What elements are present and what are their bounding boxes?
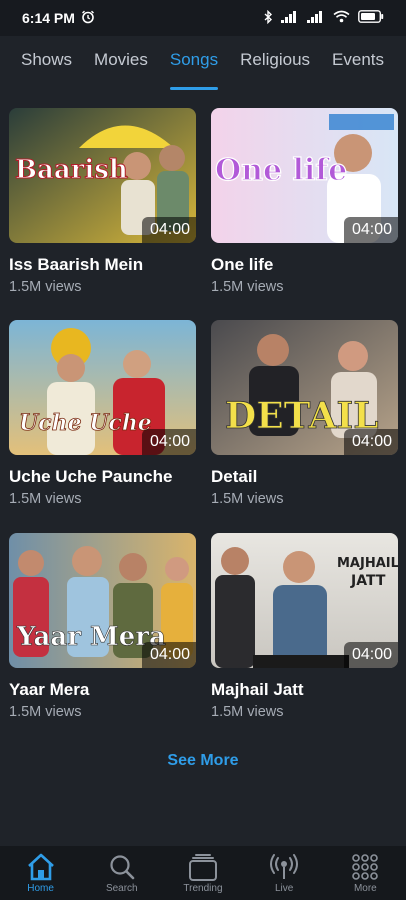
category-tabs: Shows Movies Songs Religious Events O [0,36,406,96]
home-icon [26,852,56,882]
trending-icon [188,852,218,882]
song-card[interactable]: One life 04:00 One life 1.5M views [211,108,398,295]
see-more-link[interactable]: See More [0,752,406,770]
song-card[interactable]: Baarish 04:00 Iss Baarish Mein 1.5M view… [9,108,196,295]
duration-badge: 04:00 [141,429,196,455]
song-title[interactable]: Uche Uche Paunche [9,467,196,487]
duration-badge: 04:00 [343,429,398,455]
song-views: 1.5M views [9,491,82,507]
nav-home[interactable]: Home [6,852,76,894]
signal-icon [281,10,299,26]
song-card[interactable]: Yaar Mera 04:00 Yaar Mera 1.5M views [9,533,196,720]
tab-religious[interactable]: Religious [240,36,310,96]
song-thumbnail[interactable]: Uche Uche 04:00 [9,320,196,455]
duration-badge: 04:00 [343,217,398,243]
nav-more[interactable]: More [330,852,400,894]
song-card[interactable]: DETAIL 04:00 Detail 1.5M views [211,320,398,507]
duration-badge: 04:00 [141,642,196,668]
tab-songs[interactable]: Songs [169,36,219,96]
wifi-icon [333,10,350,26]
song-thumbnail[interactable]: MAJHAIL JATT 04:00 [211,533,398,668]
bottom-nav: Home Search Trending Live More [0,846,406,900]
song-views: 1.5M views [9,704,82,720]
thumb-art-text: Uche Uche [19,410,152,436]
song-title[interactable]: Majhail Jatt [211,680,398,700]
live-icon [269,852,299,882]
bluetooth-icon [264,9,273,27]
song-views: 1.5M views [9,279,82,295]
status-right [264,9,384,27]
nav-live[interactable]: Live [249,852,319,894]
thumb-art-text-2: JATT [350,573,386,589]
status-time: 6:14 PM [22,10,75,26]
song-thumbnail[interactable]: Yaar Mera 04:00 [9,533,196,668]
song-card[interactable]: Uche Uche 04:00 Uche Uche Paunche 1.5M v… [9,320,196,507]
status-bar: 6:14 PM [0,0,406,36]
song-views: 1.5M views [211,491,284,507]
battery-icon [358,10,384,26]
song-card[interactable]: MAJHAIL JATT 04:00 Majhail Jatt 1.5M vie… [211,533,398,720]
nav-search[interactable]: Search [87,852,157,894]
thumb-art-text: One life [215,153,347,188]
tab-movies[interactable]: Movies [94,36,148,96]
song-thumbnail[interactable]: One life 04:00 [211,108,398,243]
song-thumbnail[interactable]: Baarish 04:00 [9,108,196,243]
song-views: 1.5M views [211,704,284,720]
tab-shows[interactable]: Shows [21,36,72,96]
song-title[interactable]: Iss Baarish Mein [9,255,196,275]
status-left: 6:14 PM [22,10,95,27]
more-icon [351,852,379,882]
duration-badge: 04:00 [343,642,398,668]
song-thumbnail[interactable]: DETAIL 04:00 [211,320,398,455]
song-views: 1.5M views [211,279,284,295]
duration-badge: 04:00 [141,217,196,243]
thumb-art-text: MAJHAIL [337,556,398,571]
nav-label: Search [105,883,138,894]
nav-label: Home [27,883,54,894]
song-title[interactable]: Yaar Mera [9,680,196,700]
tab-events[interactable]: Events [332,36,384,96]
nav-label: More [353,883,377,894]
song-title[interactable]: One life [211,255,398,275]
nav-label: Trending [183,883,223,894]
signal-icon-2 [307,10,325,26]
nav-label: Live [274,883,294,894]
search-icon [108,852,136,882]
alarm-icon [81,10,95,27]
song-title[interactable]: Detail [211,467,398,487]
thumb-art-text: Baarish [15,155,128,185]
nav-trending[interactable]: Trending [168,852,238,894]
